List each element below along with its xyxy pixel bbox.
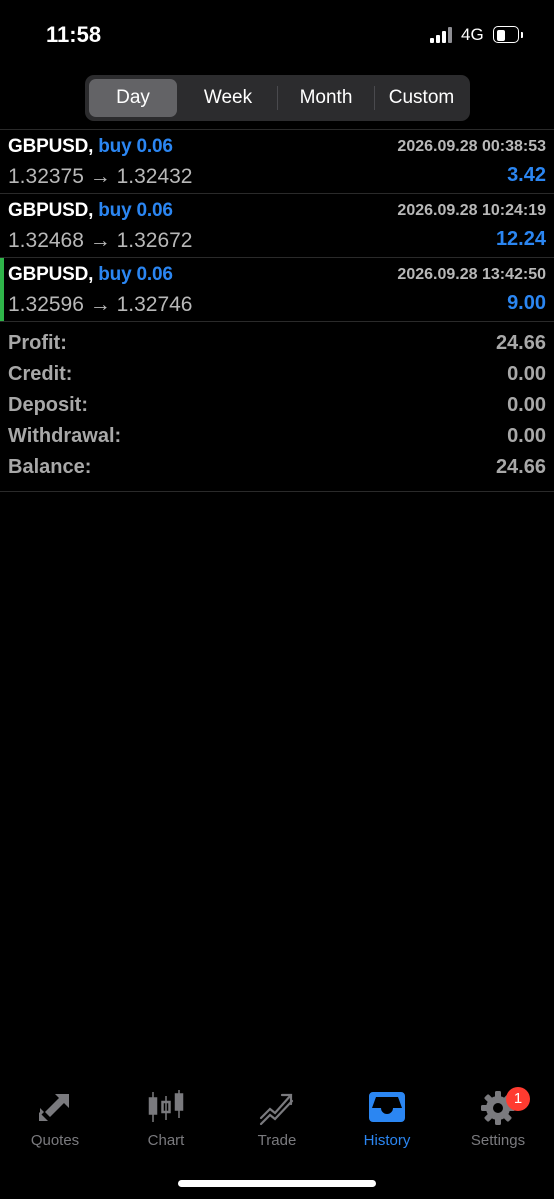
inbox-tray-icon <box>369 1092 405 1122</box>
tab-quotes[interactable]: Quotes <box>0 1078 110 1158</box>
deal-prices: 1.32375 → 1.32432 <box>8 165 193 188</box>
summary-value: 0.00 <box>507 425 546 447</box>
period-segmented-control: Day Week Month Custom <box>85 75 470 121</box>
deal-symbol: GBPUSD, <box>8 200 94 221</box>
deal-profit: 12.24 <box>495 228 546 250</box>
battery-icon <box>493 26 523 43</box>
home-indicator[interactable] <box>178 1180 376 1187</box>
settings-notification-badge: 1 <box>506 1087 530 1111</box>
candlestick-icon <box>148 1090 184 1122</box>
tab-label: Settings <box>470 1132 526 1149</box>
tab-trade[interactable]: Trade <box>222 1078 332 1158</box>
deal-title: GBPUSD, buy 0.06 <box>8 264 173 286</box>
deal-selected-marker <box>0 258 4 321</box>
deal-title: GBPUSD, buy 0.06 <box>8 200 173 222</box>
deal-row[interactable]: GBPUSD, buy 0.06 2026.09.28 00:38:53 1.3… <box>0 129 554 194</box>
summary-label: Balance: <box>8 456 92 478</box>
trade-lines-icon <box>259 1093 294 1126</box>
tab-label: Trade <box>257 1132 297 1149</box>
tab-chart[interactable]: Chart <box>111 1078 221 1158</box>
deal-prices: 1.32468 → 1.32672 <box>8 229 193 252</box>
deals-list: GBPUSD, buy 0.06 2026.09.28 00:38:53 1.3… <box>0 129 554 322</box>
segment-custom[interactable]: Custom <box>375 79 468 117</box>
deal-side: buy 0.06 <box>98 264 173 285</box>
summary-value: 24.66 <box>495 456 546 478</box>
deal-time: 2026.09.28 10:24:19 <box>397 202 546 219</box>
summary-row-withdrawal: Withdrawal: 0.00 <box>0 423 554 454</box>
deal-side: buy 0.06 <box>98 200 173 221</box>
summary-label: Withdrawal: <box>8 425 122 447</box>
tab-history[interactable]: History <box>332 1078 442 1158</box>
segment-divider <box>277 86 278 110</box>
status-time: 11:58 <box>46 22 102 47</box>
deal-profit: 9.00 <box>507 292 546 314</box>
segment-day[interactable]: Day <box>89 79 177 117</box>
network-type: 4G <box>461 25 484 44</box>
deal-time: 2026.09.28 00:38:53 <box>397 138 546 155</box>
tab-label: Chart <box>147 1132 185 1149</box>
summary-row-credit: Credit: 0.00 <box>0 361 554 392</box>
deal-symbol: GBPUSD, <box>8 264 94 285</box>
deal-row[interactable]: GBPUSD, buy 0.06 2026.09.28 10:24:19 1.3… <box>0 194 554 258</box>
segment-month[interactable]: Month <box>279 79 373 117</box>
cellular-signal-icon <box>430 27 454 43</box>
deal-profit: 3.42 <box>507 164 546 186</box>
deal-symbol: GBPUSD, <box>8 136 94 157</box>
summary-value: 24.66 <box>495 332 546 354</box>
summary-row-profit: Profit: 24.66 <box>0 330 554 361</box>
tab-label: Quotes <box>30 1132 80 1149</box>
summary-label: Profit: <box>8 332 67 354</box>
deal-time: 2026.09.28 13:42:50 <box>397 266 546 283</box>
segment-week[interactable]: Week <box>181 79 275 117</box>
summary-value: 0.00 <box>507 363 546 385</box>
deal-title: GBPUSD, buy 0.06 <box>8 136 173 158</box>
deal-row[interactable]: GBPUSD, buy 0.06 2026.09.28 13:42:50 1.3… <box>0 258 554 322</box>
summary-row-balance: Balance: 24.66 <box>0 454 554 485</box>
summary-label: Deposit: <box>8 394 88 416</box>
deal-side: buy 0.06 <box>98 136 173 157</box>
summary-label: Credit: <box>8 363 73 385</box>
tab-label: History <box>363 1132 411 1149</box>
tab-settings[interactable]: 1 Settings <box>443 1078 553 1158</box>
deal-prices: 1.32596 → 1.32746 <box>8 293 193 316</box>
history-screen: 11:58 4G Day Week Month Custom GBPUSD, b… <box>0 0 554 1199</box>
status-bar: 11:58 4G <box>0 0 554 70</box>
summary-row-deposit: Deposit: 0.00 <box>0 392 554 423</box>
summary-value: 0.00 <box>507 394 546 416</box>
account-summary: Profit: 24.66 Credit: 0.00 Deposit: 0.00… <box>0 330 554 492</box>
quotes-arrows-icon <box>39 1094 69 1121</box>
